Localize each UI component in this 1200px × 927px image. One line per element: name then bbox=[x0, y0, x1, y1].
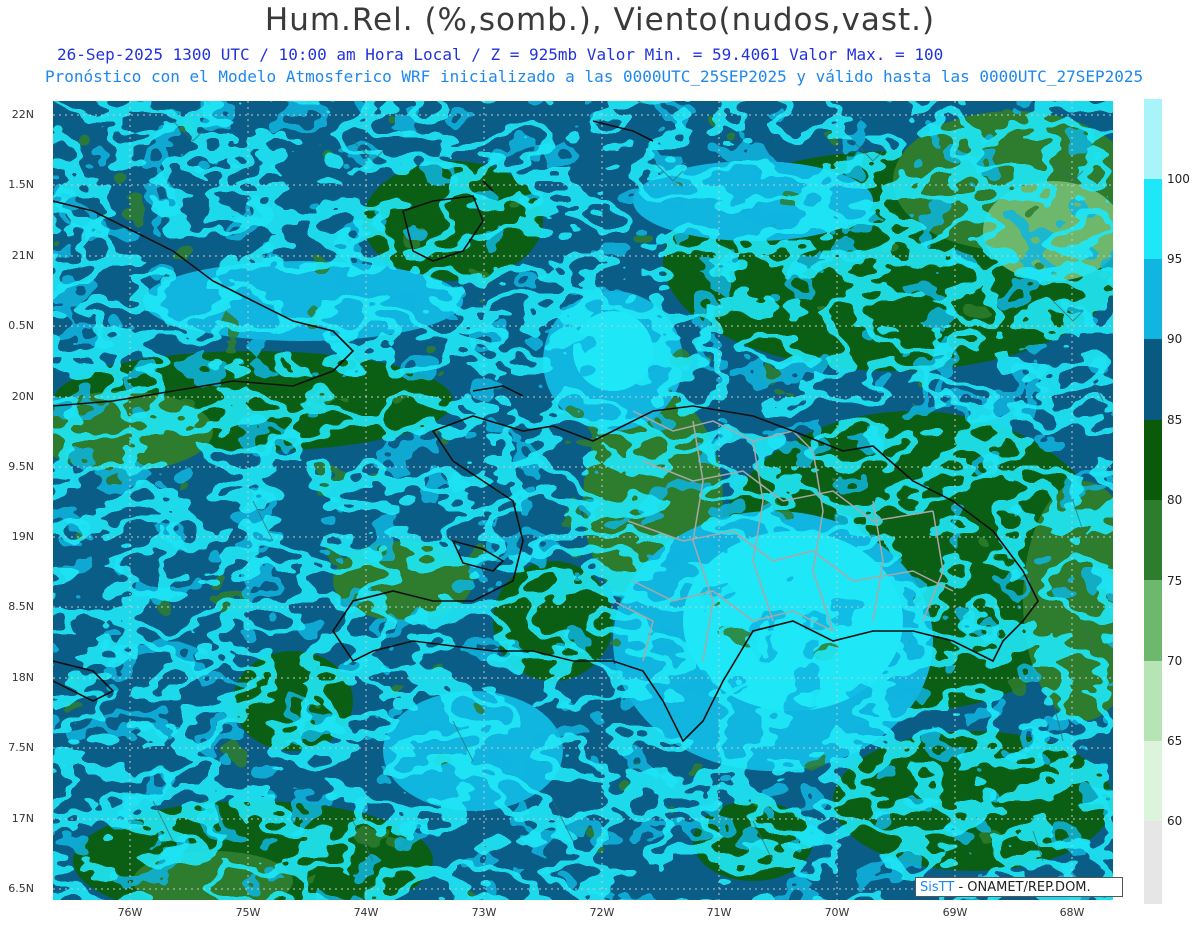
humidity-map bbox=[53, 101, 1113, 900]
colorbar-segment bbox=[1144, 500, 1162, 580]
colorbar-segment bbox=[1144, 821, 1162, 904]
map-svg bbox=[53, 101, 1113, 900]
colorbar-label: 80 bbox=[1167, 493, 1183, 507]
colorbar-label: 85 bbox=[1167, 413, 1183, 427]
colorbar-segment bbox=[1144, 179, 1162, 259]
lon-label: 76W bbox=[117, 906, 143, 919]
colorbar-segment bbox=[1144, 99, 1162, 179]
lat-label: 20N bbox=[11, 390, 34, 403]
colorbar-label: 75 bbox=[1167, 574, 1183, 588]
subtitle-line-1: 26-Sep-2025 1300 UTC / 10:00 am Hora Loc… bbox=[57, 45, 944, 64]
lat-label: 1.5N bbox=[8, 178, 34, 191]
lon-label: 73W bbox=[471, 906, 497, 919]
colorbar-label: 70 bbox=[1167, 654, 1183, 668]
lat-label: 18N bbox=[11, 671, 34, 684]
lat-label: 6.5N bbox=[8, 882, 34, 895]
lon-label: 71W bbox=[706, 906, 732, 919]
lon-label: 75W bbox=[235, 906, 261, 919]
lat-label: 9.5N bbox=[8, 460, 34, 473]
lat-label: 7.5N bbox=[8, 741, 34, 754]
colorbar bbox=[1144, 99, 1162, 904]
lat-label: 21N bbox=[11, 249, 34, 262]
colorbar-label: 90 bbox=[1167, 332, 1183, 346]
subtitle-line-2: Pronóstico con el Modelo Atmosferico WRF… bbox=[45, 67, 1144, 86]
colorbar-segment bbox=[1144, 741, 1162, 821]
credit-box: SisTT - ONAMET/REP.DOM. bbox=[915, 877, 1123, 897]
colorbar-segment bbox=[1144, 339, 1162, 420]
colorbar-label: 60 bbox=[1167, 814, 1183, 828]
colorbar-label: 95 bbox=[1167, 252, 1183, 266]
colorbar-label: 65 bbox=[1167, 734, 1183, 748]
colorbar-segment bbox=[1144, 259, 1162, 339]
colorbar-segment bbox=[1144, 420, 1162, 500]
lon-label: 72W bbox=[589, 906, 615, 919]
colorbar-label: 100 bbox=[1167, 172, 1190, 186]
lon-label: 69W bbox=[942, 906, 968, 919]
lon-label: 74W bbox=[353, 906, 379, 919]
lon-label: 68W bbox=[1059, 906, 1085, 919]
colorbar-segment bbox=[1144, 661, 1162, 741]
lat-label: 19N bbox=[11, 530, 34, 543]
lon-label: 70W bbox=[824, 906, 850, 919]
lat-label: 8.5N bbox=[8, 600, 34, 613]
lat-label: 0.5N bbox=[8, 319, 34, 332]
colorbar-segment bbox=[1144, 580, 1162, 661]
lat-label: 17N bbox=[11, 812, 34, 825]
map-title: Hum.Rel. (%,somb.), Viento(nudos,vast.) bbox=[264, 2, 936, 38]
credit-brand: SisTT bbox=[920, 880, 955, 895]
credit-org: - ONAMET/REP.DOM. bbox=[958, 880, 1091, 895]
texture-bright-cyan bbox=[53, 101, 1113, 900]
lat-label: 22N bbox=[11, 108, 34, 121]
